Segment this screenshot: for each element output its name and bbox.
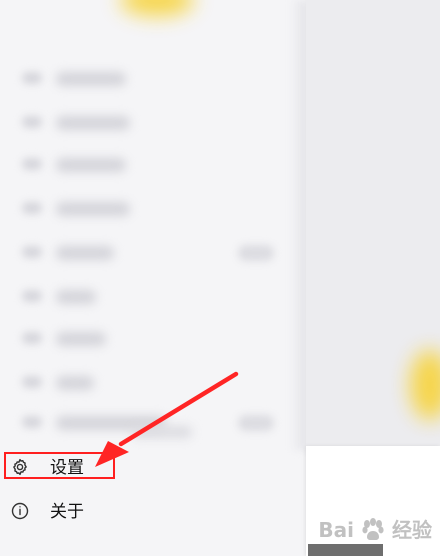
blurred-menu-icon xyxy=(22,416,42,428)
blurred-menu-row xyxy=(12,148,292,180)
gear-icon xyxy=(10,457,30,477)
menu-item-settings[interactable]: 设置 xyxy=(10,452,290,482)
blurred-menu-label xyxy=(56,202,130,216)
blurred-menu-row xyxy=(12,280,292,312)
blurred-menu-row xyxy=(12,236,292,268)
watermark-brand-suffix: 经验 xyxy=(392,518,432,542)
blurred-menu-badge xyxy=(238,415,274,431)
blurred-menu-icon xyxy=(22,116,42,128)
blurred-menu-icon xyxy=(22,332,42,344)
blurred-menu-icon xyxy=(22,290,42,302)
blurred-menu-label xyxy=(56,290,96,304)
blurred-menu-label xyxy=(56,116,130,130)
blurred-menu-row xyxy=(12,106,292,138)
blurred-menu-icon xyxy=(22,246,42,258)
paw-icon xyxy=(358,515,388,545)
blurred-menu-row xyxy=(12,406,292,438)
blurred-menu-label xyxy=(56,72,126,86)
watermark-brand-latin: Bai xyxy=(318,518,354,542)
settings-label: 设置 xyxy=(50,457,84,477)
blurred-menu-icon xyxy=(22,376,42,388)
menu-item-about[interactable]: 关于 xyxy=(10,496,290,526)
blurred-menu-row xyxy=(12,62,292,94)
blurred-menu-icon xyxy=(22,158,42,170)
blurred-menu-row xyxy=(12,192,292,224)
blurred-menu-label xyxy=(56,246,114,260)
blurred-menu-icon xyxy=(22,202,42,214)
blurred-menu-icon xyxy=(22,72,42,84)
blurred-menu-badge xyxy=(238,245,274,261)
blurred-menu-label xyxy=(56,376,94,390)
info-icon xyxy=(10,501,30,521)
watermark: Bai 经验 xyxy=(307,509,432,551)
blurred-menu-subtext xyxy=(132,426,192,438)
blurred-menu-row xyxy=(12,322,292,354)
about-label: 关于 xyxy=(50,501,84,521)
blurred-menu-label xyxy=(56,158,126,172)
blurred-menu-label xyxy=(56,332,106,346)
blurred-menu-row xyxy=(12,366,292,398)
